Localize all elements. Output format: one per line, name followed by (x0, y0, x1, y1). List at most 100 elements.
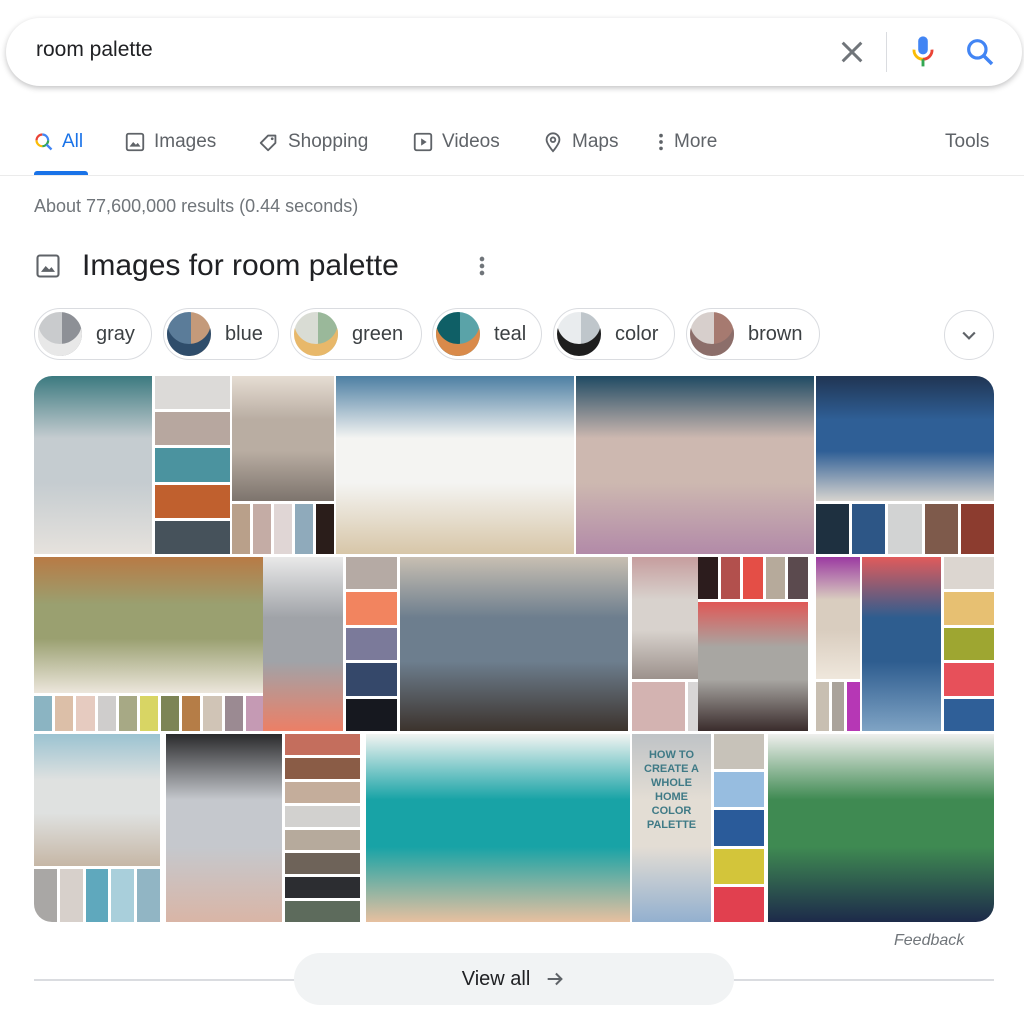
chip-label: green (352, 322, 404, 345)
microphone-icon[interactable] (908, 34, 938, 70)
active-tab-indicator (34, 171, 88, 175)
images-section-header: Images for room palette (34, 246, 485, 286)
chip-gray[interactable]: gray (34, 308, 152, 360)
tab-label: Shopping (288, 131, 369, 152)
image-result-tile[interactable] (816, 376, 994, 554)
palette-swatch (285, 901, 360, 922)
image-thumbnail (768, 734, 994, 922)
palette-swatch (852, 504, 886, 554)
expand-chips-button[interactable] (944, 310, 994, 360)
tab-maps[interactable]: Maps (542, 128, 618, 156)
palette-swatch (118, 696, 137, 731)
palette-swatch (346, 592, 397, 625)
palette-swatch (285, 805, 360, 827)
image-result-tile[interactable] (366, 734, 630, 922)
palette-swatch (346, 627, 397, 661)
palette-swatch (316, 504, 334, 554)
palette-swatch (346, 557, 397, 590)
palette-swatch (155, 448, 230, 482)
chip-teal[interactable]: teal (432, 308, 542, 360)
palette-swatch (224, 696, 243, 731)
image-result-tile[interactable] (34, 376, 230, 554)
palette-swatch (182, 696, 201, 731)
chip-green[interactable]: green (290, 308, 422, 360)
search-multicolor-icon (35, 133, 53, 151)
palette-swatch (139, 696, 159, 731)
palette-swatch (285, 757, 360, 779)
palette-swatch (714, 886, 764, 922)
image-result-tile[interactable] (166, 734, 360, 922)
palette-swatch (888, 504, 922, 554)
image-result-tile[interactable] (862, 557, 994, 731)
palette-swatch (714, 810, 764, 846)
image-result-tile[interactable] (576, 376, 814, 554)
tab-videos[interactable]: Videos (412, 128, 500, 156)
palette-swatch (944, 627, 994, 661)
tab-label: More (674, 131, 718, 152)
palette-swatch (232, 504, 250, 554)
palette-swatch (816, 682, 829, 731)
palette-swatch (295, 504, 313, 554)
palette-swatch (720, 557, 741, 599)
palette-swatch (346, 663, 397, 696)
chip-label: brown (748, 322, 803, 345)
palette-swatch (831, 682, 845, 731)
tag-icon (259, 134, 277, 152)
image-result-tile[interactable] (263, 557, 397, 731)
search-icon[interactable] (964, 36, 996, 68)
chip-color[interactable]: color (553, 308, 675, 360)
palette-swatch (816, 504, 850, 554)
palette-swatch (76, 696, 95, 731)
palette-swatch (285, 853, 360, 875)
palette-swatch (155, 484, 230, 518)
palette-swatch (285, 734, 360, 755)
chip-blue[interactable]: blue (163, 308, 279, 360)
search-divider (886, 32, 887, 72)
image-result-tile[interactable] (816, 557, 860, 731)
palette-swatch (698, 557, 718, 599)
palette-swatch (285, 877, 360, 899)
palette-swatch (944, 698, 994, 731)
palette-swatch (245, 696, 264, 731)
palette-swatch (346, 698, 397, 731)
image-caption: HOW TO CREATE A WHOLE HOME COLOR PALETTE (644, 749, 699, 831)
palette-swatch (285, 829, 360, 851)
image-result-tile[interactable] (34, 557, 264, 731)
image-result-tile[interactable] (400, 557, 628, 731)
search-input[interactable]: room palette (36, 38, 153, 62)
image-result-tile[interactable] (336, 376, 574, 554)
chip-label: teal (494, 322, 527, 345)
image-result-tile[interactable] (698, 557, 808, 731)
palette-swatch (85, 869, 109, 922)
palette-swatch (944, 557, 994, 590)
tools-button[interactable]: Tools (945, 128, 989, 156)
image-thumbnail (816, 376, 994, 501)
tab-shopping[interactable]: Shopping (258, 128, 368, 156)
palette-swatch (632, 682, 686, 731)
search-tabs: All Images Shopping Videos Maps More Too… (0, 118, 1024, 176)
more-options-icon[interactable] (474, 252, 490, 280)
image-thumbnail (576, 376, 814, 554)
image-thumbnail (400, 557, 628, 731)
image-result-tile[interactable] (232, 376, 334, 554)
palette-swatch (714, 734, 764, 770)
chip-brown[interactable]: brown (686, 308, 820, 360)
view-all-button[interactable]: View all (294, 953, 734, 1005)
tab-images[interactable]: Images (124, 128, 216, 156)
feedback-link[interactable]: Feedback (894, 932, 964, 950)
tab-all[interactable]: All (34, 128, 83, 156)
palette-swatch (253, 504, 271, 554)
image-thumbnail (366, 734, 630, 922)
chevron-down-icon (962, 331, 976, 340)
close-icon[interactable] (836, 36, 868, 68)
tab-more[interactable]: More (656, 128, 717, 156)
image-thumbnail (698, 602, 808, 731)
palette-swatch (960, 504, 994, 554)
search-bar: room palette (6, 18, 1022, 86)
image-result-tile[interactable] (34, 734, 160, 922)
palette-swatch (59, 869, 83, 922)
play-icon (413, 132, 433, 152)
palette-swatch (274, 504, 292, 554)
image-result-tile[interactable]: HOW TO CREATE A WHOLE HOME COLOR PALETTE (632, 734, 764, 922)
image-result-tile[interactable] (768, 734, 994, 922)
